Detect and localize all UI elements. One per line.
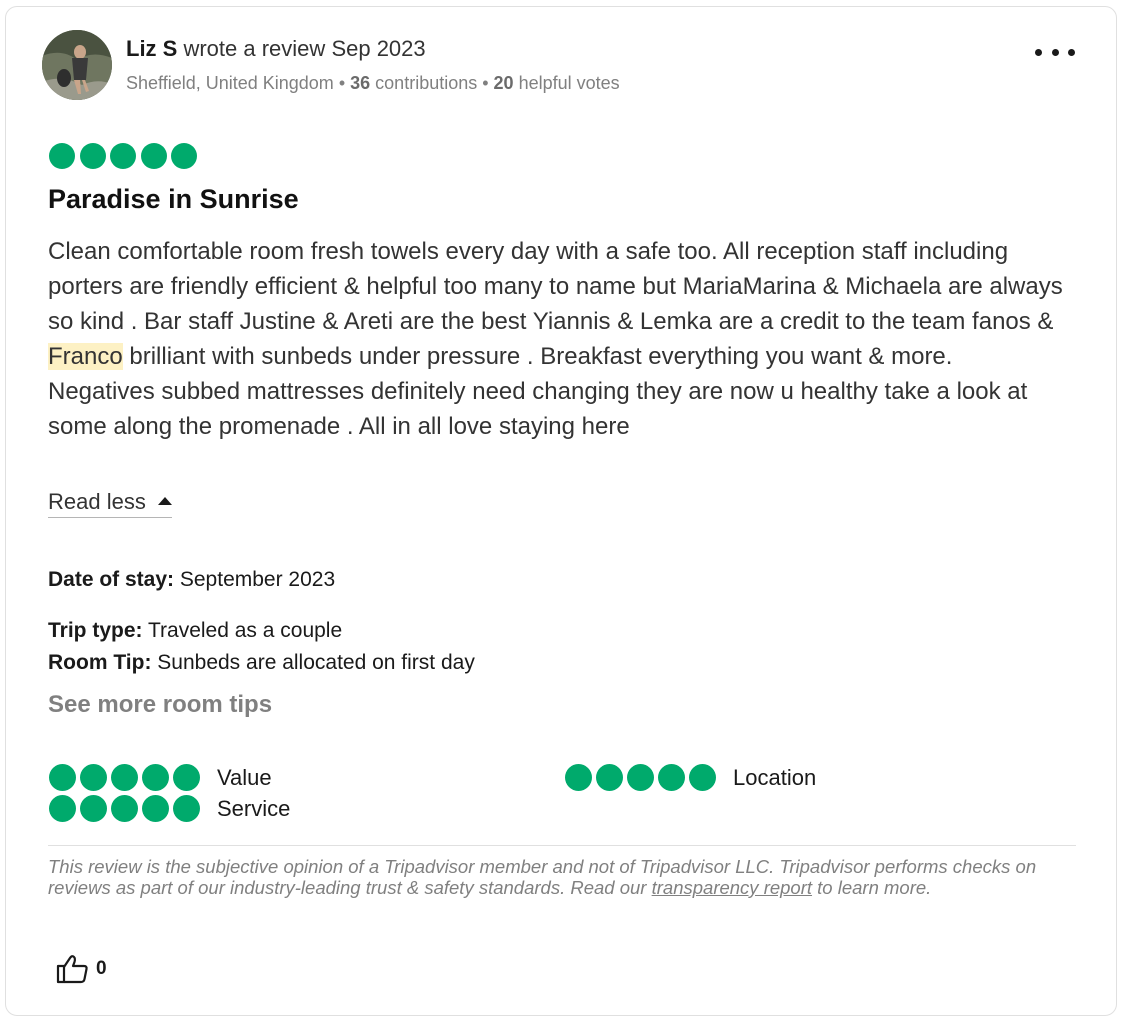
- trip-type: Trip type: Traveled as a couple: [48, 619, 342, 643]
- rating-bubble-icon: [140, 143, 167, 169]
- caret-up-icon: [157, 497, 172, 506]
- helpful-votes-label: helpful votes: [518, 73, 620, 93]
- rating-bubble-icon: [79, 143, 106, 169]
- rating-bubble-icon: [49, 764, 76, 791]
- review-text: Clean comfortable room fresh towels ever…: [48, 238, 1063, 335]
- sub-rating-location: Location: [565, 764, 816, 791]
- ellipsis-icon: [1068, 48, 1075, 56]
- helpful-votes-count: 20: [493, 73, 514, 93]
- highlighted-keyword: Franco: [48, 343, 123, 370]
- ellipsis-icon: [1035, 48, 1042, 56]
- more-options-button[interactable]: [1035, 40, 1075, 64]
- sub-rating-label: Service: [217, 795, 291, 821]
- trip-type-value: Traveled as a couple: [147, 619, 343, 642]
- trip-type-label: Trip type:: [48, 619, 143, 642]
- review-body: Clean comfortable room fresh towels ever…: [48, 234, 1088, 444]
- rating-bubble-icon: [142, 795, 169, 822]
- date-of-stay: Date of stay: September 2023: [48, 568, 335, 592]
- sub-rating-label: Value: [217, 764, 272, 790]
- read-less-button[interactable]: Read less: [48, 489, 172, 518]
- rating-bubble-icon: [627, 764, 654, 791]
- rating-bubble-icon: [565, 764, 592, 791]
- rating-bubble-icon: [111, 764, 138, 791]
- room-tip: Room Tip: Sunbeds are allocated on first…: [48, 651, 475, 675]
- divider: [48, 845, 1076, 846]
- ellipsis-icon: [1051, 48, 1059, 56]
- disclaimer-end: to learn more.: [812, 877, 932, 898]
- review-text: brilliant with sunbeds under pressure . …: [122, 343, 953, 370]
- room-tip-value: Sunbeds are allocated on first day: [157, 651, 475, 674]
- sub-rating-service: Service: [49, 795, 290, 822]
- review-paragraph: Negatives subbed mattresses definitely n…: [48, 378, 1028, 440]
- review-title[interactable]: Paradise in Sunrise: [48, 184, 299, 215]
- rating-bubble-icon: [171, 143, 197, 169]
- rating-bubble-icon: [49, 143, 75, 169]
- contributions-count: 36: [350, 73, 371, 93]
- service-rating-bubbles: [49, 795, 204, 822]
- author-meta: Sheffield, United Kingdom • 36 contribut…: [126, 73, 620, 93]
- rating-bubble-icon: [142, 764, 169, 791]
- transparency-report-link[interactable]: transparency report: [652, 877, 812, 898]
- location-rating-bubbles: [565, 764, 720, 791]
- review-date: Sep 2023: [331, 36, 426, 61]
- overall-rating-bubbles: [49, 143, 202, 169]
- sub-rating-label: Location: [733, 764, 817, 790]
- rating-bubble-icon: [596, 764, 623, 791]
- rating-bubble-icon: [111, 795, 138, 822]
- rating-bubble-icon: [689, 764, 716, 791]
- rating-bubble-icon: [173, 764, 200, 791]
- sub-rating-value: Value: [49, 764, 272, 791]
- rating-bubble-icon: [80, 795, 107, 822]
- author-location: Sheffield, United Kingdom: [126, 73, 334, 93]
- author-name[interactable]: Liz S: [126, 36, 177, 61]
- room-tip-label: Room Tip:: [48, 651, 152, 674]
- helpful-count: 0: [96, 958, 107, 979]
- see-more-room-tips-button[interactable]: See more room tips: [48, 691, 272, 719]
- review-action: wrote a review: [183, 36, 326, 61]
- helpful-vote-button[interactable]: 0: [56, 954, 107, 984]
- review-paragraph: Clean comfortable room fresh towels ever…: [48, 234, 1088, 374]
- rating-bubble-icon: [80, 764, 107, 791]
- rating-bubble-icon: [658, 764, 685, 791]
- rating-bubble-icon: [110, 143, 136, 169]
- rating-bubble-icon: [49, 795, 76, 822]
- date-of-stay-value: September 2023: [179, 568, 336, 591]
- value-rating-bubbles: [49, 764, 204, 791]
- review-disclaimer: This review is the subjective opinion of…: [48, 856, 1078, 898]
- review-header: Liz S wrote a review Sep 2023: [126, 36, 426, 62]
- read-less-label: Read less: [48, 489, 146, 514]
- rating-bubble-icon: [173, 795, 200, 822]
- contributions-label: contributions: [375, 73, 478, 93]
- avatar[interactable]: [42, 30, 112, 100]
- date-of-stay-label: Date of stay:: [48, 568, 175, 591]
- thumbs-up-icon: [56, 955, 88, 984]
